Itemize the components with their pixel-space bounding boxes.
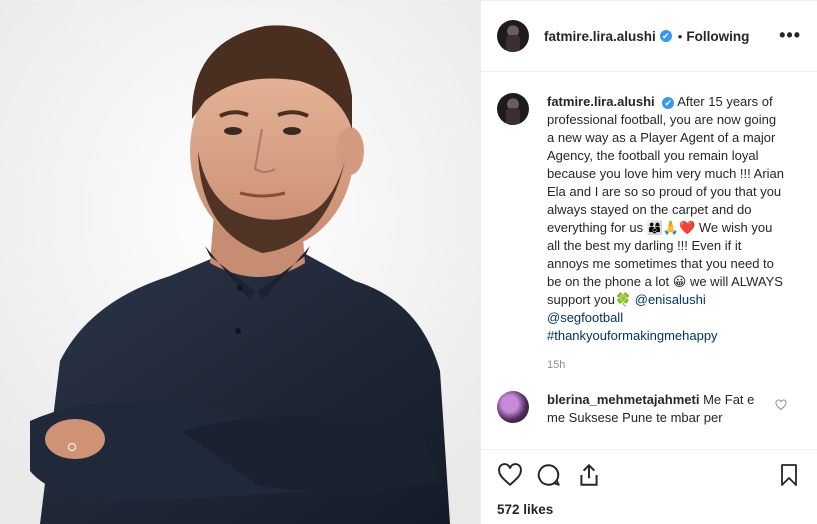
post-photo[interactable] — [0, 1, 481, 524]
more-options-icon[interactable]: ••• — [779, 25, 801, 46]
author-username[interactable]: fatmire.lira.alushi — [544, 29, 656, 44]
post-caption: fatmire.lira.alushi ✔ After 15 years of … — [497, 93, 801, 345]
post-header: fatmire.lira.alushi ✔ • Following ••• — [481, 1, 817, 72]
instagram-post: fatmire.lira.alushi ✔ • Following ••• fa… — [0, 0, 817, 524]
caption-avatar[interactable] — [497, 93, 529, 125]
mention-segfootball[interactable]: @segfootball — [547, 310, 623, 325]
header-separator: • — [677, 28, 683, 44]
clover-emoji: 🍀 — [614, 292, 632, 307]
comments-section[interactable]: fatmire.lira.alushi ✔ After 15 years of … — [481, 73, 817, 449]
verified-badge-icon: ✔ — [659, 30, 672, 42]
like-heart-icon[interactable] — [497, 462, 523, 488]
action-icons — [497, 458, 801, 492]
comment-item: blerina_mehmetajahmeti Me Fat e me Sukse… — [497, 391, 801, 427]
family-pray-heart-emoji: 👨‍👩‍👦🙏❤️ — [646, 220, 696, 235]
post-photo-image — [0, 1, 480, 524]
caption-username[interactable]: fatmire.lira.alushi — [547, 94, 655, 109]
grinning-emoji: 😀 — [672, 274, 687, 289]
caption-text-part-1: After 15 years of professional football,… — [547, 94, 785, 235]
verified-badge-icon: ✔ — [662, 96, 675, 109]
following-button[interactable]: Following — [686, 29, 749, 44]
hashtag-link[interactable]: #thankyouformakingmehappy — [547, 328, 718, 343]
commenter-username[interactable]: blerina_mehmetajahmeti — [547, 392, 699, 407]
post-timestamp[interactable]: 15h — [547, 359, 801, 371]
author-avatar[interactable] — [497, 20, 529, 52]
post-sidebar: fatmire.lira.alushi ✔ • Following ••• fa… — [481, 1, 817, 524]
bookmark-icon[interactable] — [777, 462, 801, 488]
caption-body: fatmire.lira.alushi ✔ After 15 years of … — [547, 93, 785, 345]
comment-icon[interactable] — [536, 462, 562, 488]
comment-like-heart-icon[interactable] — [775, 399, 787, 411]
commenter-avatar[interactable] — [497, 391, 529, 423]
mention-enisalushi[interactable]: @enisalushi — [635, 292, 706, 307]
comment-body: blerina_mehmetajahmeti Me Fat e me Sukse… — [547, 391, 757, 427]
likes-count[interactable]: 572 likes — [497, 502, 801, 517]
share-icon[interactable] — [576, 462, 602, 488]
post-actions: 572 likes — [481, 449, 817, 524]
